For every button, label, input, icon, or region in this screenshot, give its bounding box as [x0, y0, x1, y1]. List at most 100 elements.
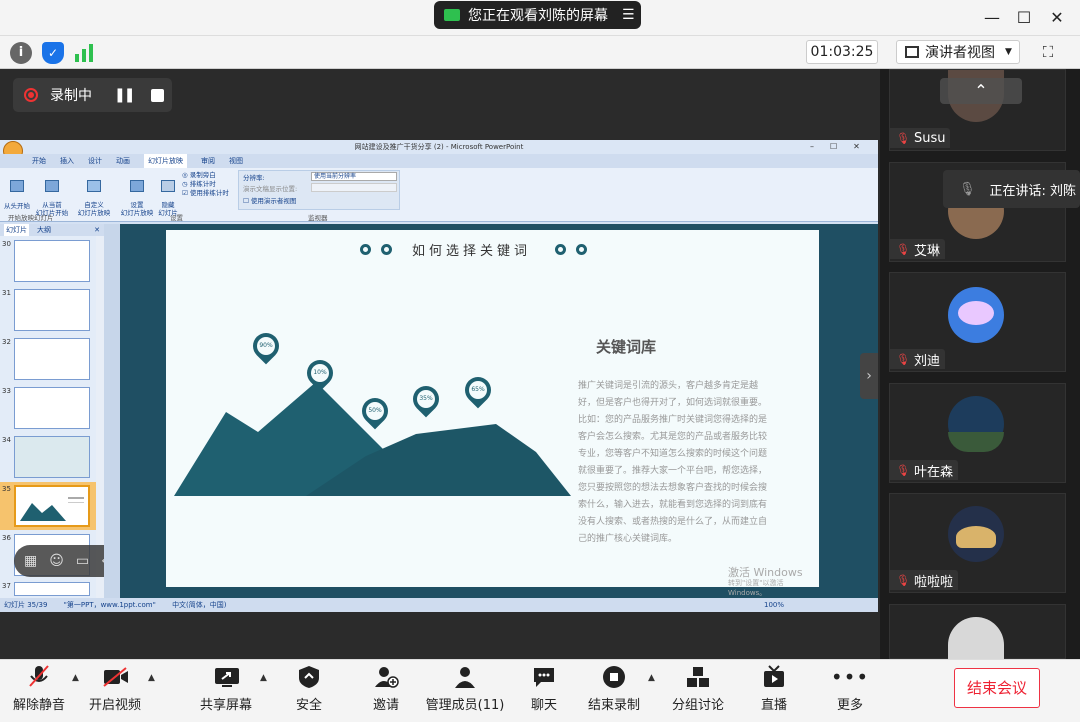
more-button[interactable]: ••• 更多 [830, 664, 870, 716]
slide-thumbnail[interactable] [14, 436, 90, 478]
invite-button[interactable]: 邀请 [364, 664, 408, 716]
participant-tile[interactable]: 🎙 啦啦啦 [889, 493, 1066, 593]
chevron-down-icon: ▼ [1005, 47, 1012, 57]
thumb-scrollbar[interactable] [96, 236, 104, 598]
slide-thumbnail[interactable] [14, 338, 90, 380]
live-stream-button[interactable]: 直播 [752, 664, 796, 716]
share-screen-button[interactable]: 共享屏幕 [196, 664, 256, 716]
collapse-panel-button[interactable]: › [860, 353, 878, 399]
info-icon[interactable]: i [10, 42, 32, 64]
ring-icon [555, 244, 567, 255]
presenter-view-checkbox[interactable]: ☐ 使用演示者视图 [243, 195, 296, 205]
chevron-up-icon[interactable]: ⌃ [940, 78, 1022, 104]
maximize-button[interactable]: ☐ [1014, 8, 1034, 28]
muted-mic-icon [26, 664, 52, 690]
record-dot-icon [24, 88, 38, 102]
record-narration-item[interactable]: ◎ 录制旁白 [182, 171, 229, 180]
setup-show-button[interactable]: 设置 幻灯片放映 [118, 172, 156, 217]
breakout-button[interactable]: 分组讨论 [668, 664, 728, 716]
emoji-icon[interactable]: ☺ [49, 553, 64, 569]
security-button[interactable]: 安全 [286, 664, 332, 716]
stop-icon[interactable] [151, 88, 165, 102]
pause-icon[interactable]: ❚❚ [114, 87, 136, 103]
chevron-up-icon[interactable]: ▲ [72, 673, 82, 683]
custom-show-icon [87, 180, 101, 192]
end-meeting-button[interactable]: 结束会议 [954, 668, 1040, 708]
chat-icon [531, 664, 557, 690]
tab-slideshow[interactable]: 幻灯片放映 [144, 154, 187, 168]
slide-heading: 如何选择关键词 [412, 244, 532, 259]
current-slide: 如何选择关键词 90% 10% 50% 35% 65% 关键词库 推广关键词是引… [166, 230, 819, 597]
tab-insert[interactable]: 插入 [60, 154, 74, 168]
from-current-button[interactable]: 从当前 幻灯片开始 [34, 172, 70, 217]
user-icon [452, 664, 478, 690]
slide-thumbnail[interactable] [14, 582, 90, 596]
tab-design[interactable]: 设计 [88, 154, 102, 168]
pane-close-icon[interactable]: ✕ [94, 224, 100, 236]
menu-icon[interactable]: ☰ [622, 7, 635, 23]
start-video-button[interactable]: 开启视频 [86, 664, 144, 716]
timing-options: ◎ 录制旁白 ◷ 排练计时 ☑ 使用排练计时 [182, 171, 229, 198]
stop-recording-button[interactable]: 结束录制 [584, 664, 644, 716]
status-slide: 幻灯片 35/39 [4, 601, 48, 609]
fullscreen-icon[interactable]: ⛶ [1036, 40, 1060, 64]
chat-button[interactable]: 聊天 [522, 664, 566, 716]
close-button[interactable]: ✕ [1047, 8, 1067, 28]
percent-pin: 90% [247, 327, 285, 365]
tab-home[interactable]: 开始 [32, 154, 46, 168]
chevron-up-icon[interactable]: ▲ [648, 673, 658, 683]
slide-thumbnail[interactable] [14, 387, 90, 429]
hide-slide-icon [161, 180, 175, 192]
unmute-button[interactable]: 解除静音 [10, 664, 68, 716]
slideshow-icon [45, 180, 59, 192]
muted-mic-icon: 🎙 [896, 463, 910, 477]
resolution-select[interactable]: 使用当前分辨率 [311, 172, 397, 181]
tab-outline[interactable]: 大纲 [37, 224, 51, 236]
chat-bubble-icon[interactable]: ▭ [76, 553, 89, 569]
participant-tile[interactable]: ⌃ 🎙 Susu [889, 69, 1066, 151]
status-zoom: 100% [764, 601, 785, 609]
participant-nametag: 🎙 刘迪 [890, 349, 945, 369]
signal-icon[interactable] [74, 44, 94, 62]
view-label: 演讲者视图 [925, 45, 995, 61]
from-start-button[interactable]: 从头开始 [4, 172, 30, 210]
grid-icon[interactable]: ▦ [24, 553, 37, 569]
tab-animation[interactable]: 动画 [116, 154, 130, 168]
chevron-up-icon[interactable]: ▲ [148, 673, 158, 683]
hide-slide-button[interactable]: 隐藏 幻灯片 [156, 172, 180, 217]
chevron-up-icon[interactable]: ▲ [260, 673, 270, 683]
tab-view[interactable]: 视图 [229, 154, 243, 168]
avatar [948, 506, 1004, 562]
participant-nametag: 🎙 叶在森 [890, 460, 958, 480]
percent-pin: 35% [407, 380, 445, 418]
use-timing-checkbox[interactable]: ☑ 使用排练计时 [182, 189, 229, 198]
view-selector[interactable]: 演讲者视图 ▼ [896, 40, 1020, 64]
slide-thumbnail-current[interactable] [14, 485, 90, 527]
slide-number: 37 [2, 582, 11, 590]
avatar [948, 396, 1004, 452]
shield-icon[interactable]: ✓ [42, 42, 64, 64]
custom-show-button[interactable]: 自定义 幻灯片放映 [74, 172, 114, 217]
slide-thumbnail[interactable] [14, 240, 90, 282]
rehearse-item[interactable]: ◷ 排练计时 [182, 180, 229, 189]
setup-icon [130, 180, 144, 192]
participant-tile[interactable] [889, 604, 1066, 660]
participant-tile[interactable]: 🎙 刘迪 [889, 272, 1066, 372]
recording-label: 录制中 [50, 88, 92, 104]
active-speaker-label: 正在讲话: 刘陈 [989, 183, 1077, 199]
tab-slides[interactable]: 幻灯片 [4, 224, 29, 236]
setup-show-label: 设置 幻灯片放映 [120, 201, 154, 217]
ppt-window-controls[interactable]: –☐✕ [810, 142, 876, 151]
tab-review[interactable]: 审阅 [201, 154, 215, 168]
share-banner[interactable]: 您正在观看刘陈的屏幕 ☰ [434, 1, 641, 29]
show-on-select[interactable] [311, 183, 397, 192]
manage-participants-button[interactable]: 管理成员(11) [424, 664, 506, 716]
participant-nametag: 🎙 啦啦啦 [890, 570, 958, 590]
video-off-icon [102, 664, 128, 690]
muted-mic-icon: 🎙 [896, 573, 910, 587]
participant-tile[interactable]: 🎙 叶在森 [889, 383, 1066, 483]
slide-thumbnail[interactable] [14, 289, 90, 331]
ring-icon [360, 244, 371, 255]
minimize-button[interactable]: — [982, 8, 1002, 28]
group-label-monitor: 监视器 [308, 214, 328, 222]
